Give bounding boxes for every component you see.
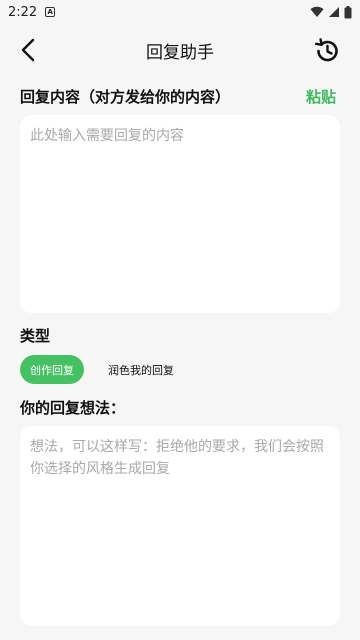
idea-input[interactable] — [20, 426, 340, 626]
history-icon — [315, 38, 338, 62]
type-option-create[interactable]: 创作回复 — [20, 355, 84, 384]
status-time: 2:22 — [8, 4, 38, 20]
status-bar: 2:22 A — [0, 0, 360, 24]
status-icons — [310, 5, 352, 19]
history-button[interactable] — [312, 36, 342, 66]
idea-label: 你的回复想法： — [20, 399, 126, 417]
battery-icon — [344, 5, 352, 18]
reply-content-label: 回复内容（对方发给你的内容） — [20, 88, 231, 106]
type-options: 创作回复 润色我的回复 — [20, 355, 184, 384]
app-header: 回复助手 — [0, 28, 360, 72]
wifi-icon — [310, 6, 324, 18]
notification-icon: A — [45, 7, 56, 17]
type-label: 类型 — [20, 327, 51, 345]
page-title: 回复助手 — [146, 43, 214, 63]
reply-content-input[interactable] — [20, 115, 340, 313]
signal-icon — [329, 7, 339, 17]
paste-button[interactable]: 粘贴 — [306, 86, 336, 107]
type-option-polish[interactable]: 润色我的回复 — [98, 355, 184, 384]
